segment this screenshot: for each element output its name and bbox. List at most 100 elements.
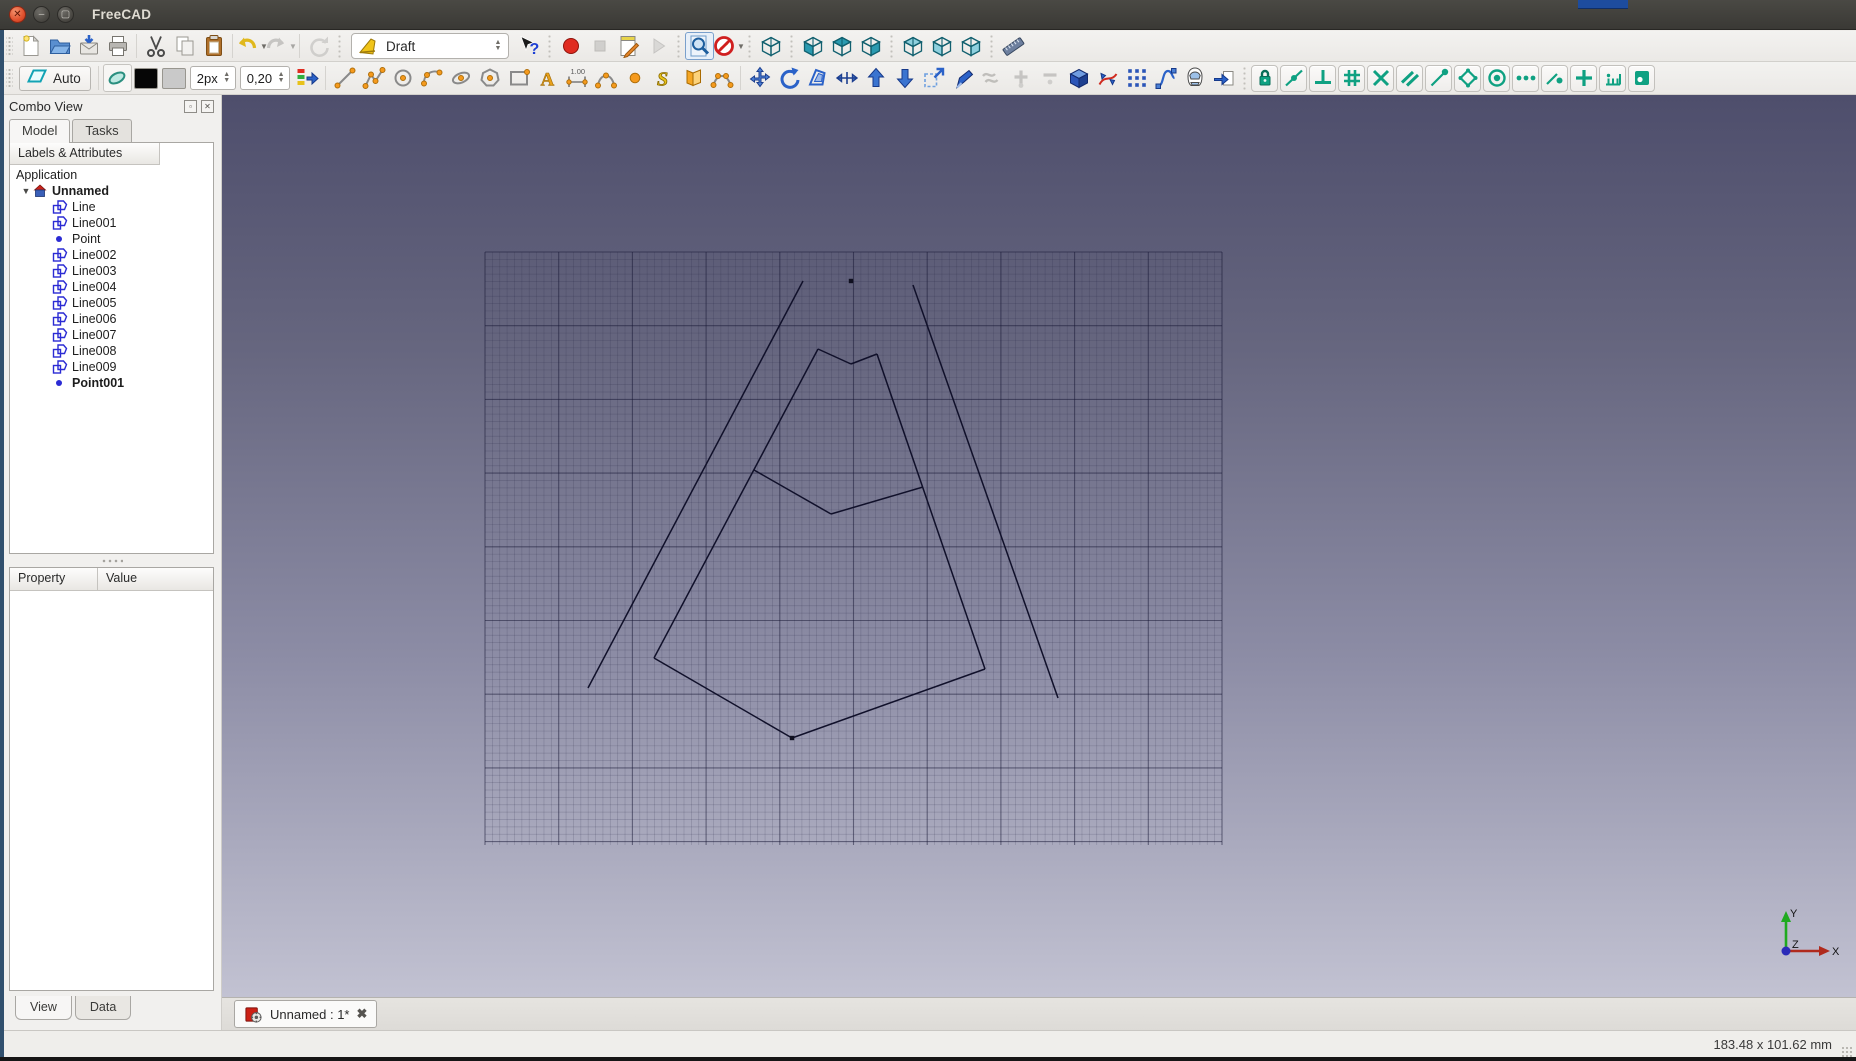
snap-working-plane-button[interactable] <box>1628 64 1656 92</box>
add-point-button[interactable] <box>1006 64 1035 92</box>
construction-mode-button[interactable] <box>102 64 132 92</box>
wire-join-button[interactable] <box>977 64 1006 92</box>
wire-to-bspline-button[interactable] <box>1151 64 1180 92</box>
tree-item-point001[interactable]: Point001 <box>12 375 213 391</box>
refresh-button[interactable] <box>304 32 333 60</box>
tree-root-application[interactable]: Application <box>12 167 213 183</box>
view-bottom-button[interactable] <box>927 32 956 60</box>
fit-all-button[interactable] <box>685 32 714 60</box>
stop-macro-button[interactable] <box>585 32 614 60</box>
draft-point-button[interactable] <box>620 64 649 92</box>
rotate-button[interactable] <box>774 64 803 92</box>
tree-item-point[interactable]: Point <box>12 231 213 247</box>
toolbar-grip[interactable] <box>6 35 13 57</box>
view-front-button[interactable] <box>798 32 827 60</box>
tree-item-line004[interactable]: Line004 <box>12 279 213 295</box>
path-array-button[interactable] <box>1093 64 1122 92</box>
tree-document-unnamed[interactable]: ▼ Unnamed <box>12 183 213 199</box>
snap-near-button[interactable] <box>1541 64 1569 92</box>
face-color-swatch[interactable] <box>161 67 186 89</box>
redo-button[interactable]: ▼ <box>266 32 297 60</box>
panel-close-button[interactable]: ✕ <box>201 100 214 113</box>
panel-float-button[interactable]: ▫ <box>184 100 197 113</box>
execute-macro-button[interactable] <box>643 32 672 60</box>
new-document-button[interactable] <box>16 32 45 60</box>
minimize-window-button[interactable]: – <box>33 6 50 23</box>
cut-button[interactable] <box>141 32 170 60</box>
clone-button[interactable] <box>1064 64 1093 92</box>
undo-button[interactable]: ▼ <box>237 32 268 60</box>
copy-button[interactable] <box>170 32 199 60</box>
downgrade-button[interactable] <box>890 64 919 92</box>
snap-perpendicular-button[interactable] <box>1309 64 1337 92</box>
dropdown-arrow-icon[interactable]: ▼ <box>289 42 297 51</box>
document-tab[interactable]: Unnamed : 1* ✖ <box>234 1000 378 1028</box>
snap-angle-button[interactable] <box>1454 64 1482 92</box>
value-column-header[interactable]: Value <box>98 568 213 590</box>
draw-style-button[interactable]: ▼ <box>714 32 745 60</box>
draft-dimension-button[interactable]: 1.00 <box>562 64 591 92</box>
workbench-selector[interactable]: Draft ▲ ▼ <box>351 33 509 59</box>
view-rear-button[interactable] <box>898 32 927 60</box>
draft-wire-button[interactable] <box>359 64 388 92</box>
view-right-button[interactable] <box>856 32 885 60</box>
move-button[interactable] <box>745 64 774 92</box>
tree-column-header[interactable]: Labels & Attributes <box>10 143 160 165</box>
save-document-button[interactable] <box>74 32 103 60</box>
tree-item-line001[interactable]: Line001 <box>12 215 213 231</box>
tree-item-line009[interactable]: Line009 <box>12 359 213 375</box>
scale-button[interactable] <box>919 64 948 92</box>
draft-text-button[interactable]: A <box>533 64 562 92</box>
mirror-button[interactable] <box>1180 64 1209 92</box>
draft-bspline-button[interactable] <box>591 64 620 92</box>
open-document-button[interactable] <box>45 32 74 60</box>
view-left-button[interactable] <box>956 32 985 60</box>
3d-viewport[interactable]: Y X Z <box>222 95 1856 997</box>
measure-distance-button[interactable] <box>998 32 1027 60</box>
draft-to-sketch-button[interactable] <box>1209 64 1238 92</box>
workbench-selector-spin-arrows[interactable]: ▲ ▼ <box>492 39 504 52</box>
view-axonometric-button[interactable] <box>756 32 785 60</box>
point-array-button[interactable] <box>1122 64 1151 92</box>
snap-special-button[interactable] <box>1599 64 1627 92</box>
snap-extension-button[interactable] <box>1512 64 1540 92</box>
tab-view[interactable]: View <box>15 996 72 1020</box>
snap-center-button[interactable] <box>1483 64 1511 92</box>
line-color-swatch[interactable] <box>133 67 158 89</box>
tree-expander-icon[interactable]: ▼ <box>20 186 32 196</box>
line-width-spin-arrows[interactable]: ▲ ▼ <box>221 71 233 84</box>
delete-point-button[interactable] <box>1035 64 1064 92</box>
trimex-button[interactable] <box>832 64 861 92</box>
whats-this-button[interactable]: ? <box>514 32 543 60</box>
edit-macro-button[interactable] <box>614 32 643 60</box>
paste-button[interactable] <box>199 32 228 60</box>
tab-tasks[interactable]: Tasks <box>72 119 132 142</box>
text-scale-spin-arrows[interactable]: ▲ ▼ <box>275 71 287 84</box>
tree-item-line[interactable]: Line <box>12 199 213 215</box>
dropdown-arrow-icon[interactable]: ▼ <box>737 42 745 51</box>
snap-endpoint-button[interactable] <box>1425 64 1453 92</box>
draft-ellipse-button[interactable] <box>446 64 475 92</box>
panel-splitter[interactable] <box>9 554 214 567</box>
draft-polygon-button[interactable] <box>475 64 504 92</box>
tree-item-line008[interactable]: Line008 <box>12 343 213 359</box>
tab-data[interactable]: Data <box>74 996 132 1020</box>
line-width-spinbox[interactable]: 2px ▲ ▼ <box>189 66 236 90</box>
view-top-button[interactable] <box>827 32 856 60</box>
close-window-button[interactable]: ✕ <box>9 6 26 23</box>
snap-intersection-button[interactable] <box>1367 64 1395 92</box>
shape-string-button[interactable]: S <box>649 64 678 92</box>
tree-item-line005[interactable]: Line005 <box>12 295 213 311</box>
edit-button[interactable] <box>948 64 977 92</box>
tree-item-line007[interactable]: Line007 <box>12 327 213 343</box>
snap-grid-button[interactable] <box>1338 64 1366 92</box>
record-macro-button[interactable] <box>556 32 585 60</box>
snap-midpoint-button[interactable] <box>1280 64 1308 92</box>
facebinder-button[interactable] <box>678 64 707 92</box>
draft-circle-button[interactable] <box>388 64 417 92</box>
apply-style-button[interactable] <box>292 64 321 92</box>
document-tab-close-icon[interactable]: ✖ <box>357 1006 368 1022</box>
draft-arc-button[interactable] <box>417 64 446 92</box>
offset-button[interactable] <box>803 64 832 92</box>
snap-parallel-button[interactable] <box>1396 64 1424 92</box>
